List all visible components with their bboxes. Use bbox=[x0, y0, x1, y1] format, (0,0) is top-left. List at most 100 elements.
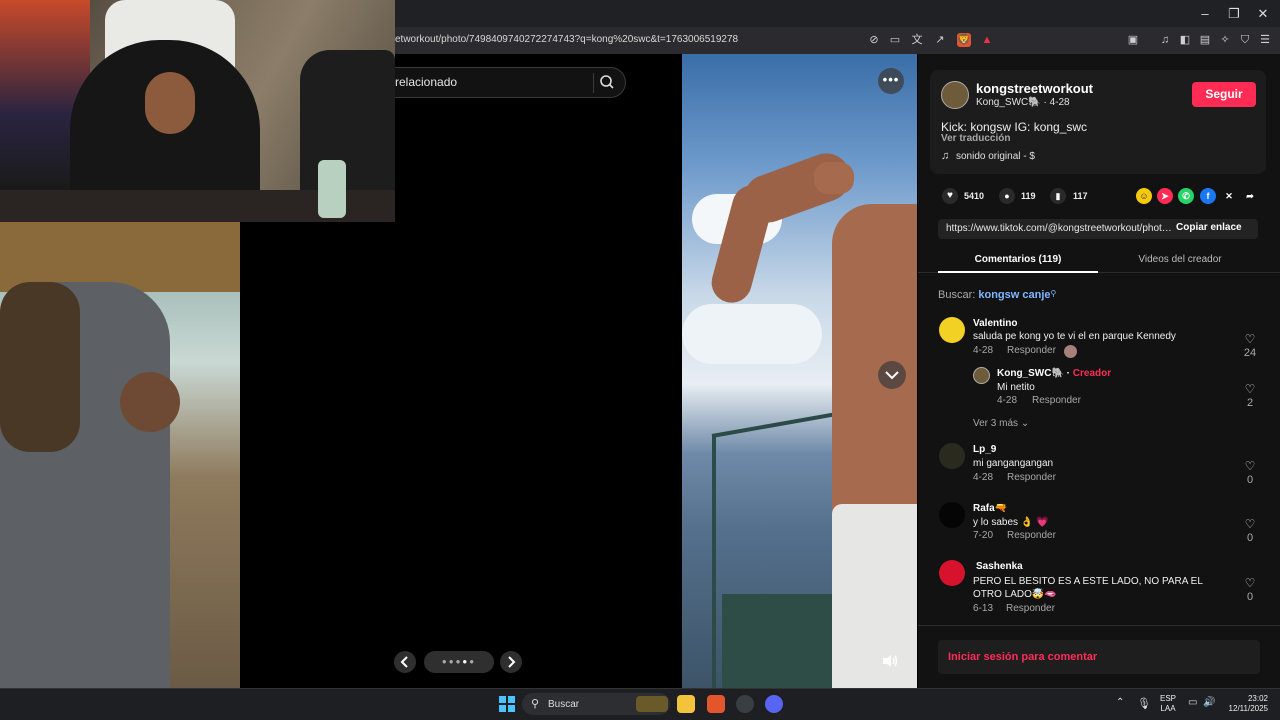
send-share-icon[interactable]: ➤ bbox=[1157, 188, 1173, 204]
sound-name[interactable]: sonido original - $ bbox=[956, 151, 1035, 162]
copy-link-button[interactable]: Copiar enlace bbox=[1176, 222, 1242, 233]
post-link[interactable]: https://www.tiktok.com/@kongstreetworkou… bbox=[946, 223, 1172, 234]
reply-button[interactable]: Responder bbox=[1007, 472, 1056, 483]
comment-date: 7-20 bbox=[973, 530, 994, 541]
background-photo bbox=[0, 222, 240, 688]
reply-like-icon[interactable]: ♡ bbox=[1243, 382, 1257, 396]
search-highlight-icon bbox=[636, 696, 668, 712]
tab-active-indicator bbox=[938, 271, 1098, 273]
follow-button[interactable]: Seguir bbox=[1192, 82, 1256, 107]
search-small-icon: ⚲ bbox=[1050, 289, 1057, 298]
view-more-replies[interactable]: Ver 3 más ⌄ bbox=[973, 418, 1029, 429]
carousel-indicator: ●●●●● bbox=[424, 651, 494, 673]
comment-text: y lo sabes 👌 💗 bbox=[973, 517, 1049, 528]
tab-creator-videos[interactable]: Videos del creador bbox=[1100, 254, 1260, 265]
comment-date: 6-13 bbox=[973, 603, 994, 614]
search-divider bbox=[593, 73, 594, 93]
comment-like-icon[interactable]: ♡ bbox=[1243, 459, 1257, 473]
commenter-avatar[interactable] bbox=[939, 443, 965, 469]
translate-link[interactable]: Ver traducción bbox=[941, 133, 1010, 144]
creator-nickname[interactable]: Kong_SWC🐘 · 4-28 bbox=[976, 97, 1070, 108]
reply-button[interactable]: Responder bbox=[1032, 395, 1081, 406]
tab-comments[interactable]: Comentarios (119) bbox=[938, 254, 1098, 265]
next-post-button[interactable] bbox=[878, 361, 906, 389]
file-explorer-icon[interactable] bbox=[677, 695, 695, 713]
speaker-icon[interactable]: 🔊 bbox=[1203, 697, 1215, 708]
reply-like-count: 2 bbox=[1246, 397, 1254, 409]
network-icon[interactable]: ▭ bbox=[1188, 697, 1197, 708]
sidebar-icon[interactable]: ◧ bbox=[1178, 33, 1192, 47]
x-icon[interactable]: ✕ bbox=[1221, 188, 1237, 204]
app-icon[interactable] bbox=[736, 695, 754, 713]
reply-button[interactable]: Responder bbox=[1006, 603, 1055, 614]
brave-shield-icon[interactable]: 🦁 bbox=[957, 33, 971, 47]
emoji-share-icon[interactable]: ☺ bbox=[1136, 188, 1152, 204]
search-suggestion[interactable]: Buscar: kongsw canje⚲ bbox=[938, 289, 1056, 301]
sidebar-panel-icon[interactable]: ▣ bbox=[1126, 33, 1140, 47]
comment-username[interactable]: Rafa🔫 bbox=[973, 503, 1007, 514]
no-sound-icon[interactable]: ⊘ bbox=[867, 33, 881, 47]
taskbar-search-icon: ⚲ bbox=[531, 698, 540, 710]
like-count: 5410 bbox=[964, 191, 985, 201]
share-arrow-icon[interactable]: ➦ bbox=[1242, 188, 1258, 204]
comment-like-icon[interactable]: ♡ bbox=[1243, 332, 1257, 346]
reply-button[interactable]: Responder bbox=[1007, 345, 1056, 356]
commenter-avatar[interactable] bbox=[939, 560, 965, 586]
reply-date: 4-28 bbox=[997, 395, 1018, 406]
search-icon[interactable] bbox=[599, 74, 615, 90]
chevron-down-icon: ⌄ bbox=[1020, 418, 1030, 429]
comment-text: PERO EL BESITO ES A ESTE LADO, NO PARA E… bbox=[973, 576, 1203, 600]
language-indicator[interactable]: ESP LAA bbox=[1160, 694, 1176, 714]
media-icon[interactable]: ♫ bbox=[1158, 33, 1172, 47]
webcam-overlay bbox=[0, 0, 395, 222]
more-options-button[interactable]: ••• bbox=[878, 68, 904, 94]
url-text[interactable]: etworkout/photo/7498409740272274743?q=ko… bbox=[395, 34, 738, 45]
facebook-icon[interactable]: f bbox=[1200, 188, 1216, 204]
reply-button[interactable]: Responder bbox=[1007, 530, 1056, 541]
like-icon[interactable]: ♥ bbox=[942, 188, 958, 204]
chevron-left-icon bbox=[400, 656, 408, 668]
brave-browser-icon[interactable] bbox=[707, 695, 725, 713]
vpn-icon[interactable]: ⛉ bbox=[1238, 33, 1252, 47]
sound-icon: ♫ bbox=[941, 150, 950, 162]
close-window-button[interactable]: ✕ bbox=[1246, 4, 1280, 24]
creator-username[interactable]: kongstreetworkout bbox=[976, 81, 1093, 96]
whatsapp-icon[interactable]: ✆ bbox=[1178, 188, 1194, 204]
chevron-down-icon bbox=[885, 371, 899, 380]
windows-start-icon[interactable] bbox=[498, 695, 516, 713]
translate-icon[interactable]: 文 bbox=[910, 33, 924, 47]
comment-username[interactable]: Valentino bbox=[973, 318, 1017, 329]
login-to-comment-link[interactable]: Iniciar sesión para comentar bbox=[948, 651, 1097, 663]
brave-rewards-icon[interactable]: ▲ bbox=[980, 33, 994, 47]
cast-icon[interactable]: ▭ bbox=[888, 33, 902, 47]
leo-ai-icon[interactable]: ✧ bbox=[1218, 33, 1232, 47]
prev-image-button[interactable] bbox=[394, 651, 416, 673]
comment-date: 4-28 bbox=[973, 472, 994, 483]
creator-liked-avatar bbox=[1064, 345, 1077, 358]
share-page-icon[interactable]: ↗ bbox=[933, 33, 947, 47]
comment-like-icon[interactable]: ♡ bbox=[1243, 576, 1257, 590]
clock[interactable]: 23:02 12/11/2025 bbox=[1226, 694, 1268, 714]
reply-text: Mi netito bbox=[997, 382, 1035, 393]
volume-icon[interactable] bbox=[881, 653, 899, 669]
comment-like-icon[interactable]: ♡ bbox=[1243, 517, 1257, 531]
comment-like-count: 0 bbox=[1246, 591, 1254, 603]
creator-avatar[interactable] bbox=[941, 81, 969, 109]
menu-icon[interactable]: ☰ bbox=[1258, 33, 1272, 47]
comment-like-count: 0 bbox=[1246, 532, 1254, 544]
microphone-icon[interactable]: 🎙 bbox=[1137, 697, 1151, 710]
wallet-icon[interactable]: ▤ bbox=[1198, 33, 1212, 47]
reply-username[interactable]: Kong_SWC🐘 · Creador bbox=[997, 368, 1111, 379]
tray-chevron-icon[interactable]: ⌃ bbox=[1116, 697, 1124, 708]
save-count: 117 bbox=[1073, 191, 1088, 201]
comment-username[interactable]: Lp_9 bbox=[973, 444, 996, 455]
commenter-avatar[interactable] bbox=[939, 502, 965, 528]
bookmark-icon[interactable]: ▮ bbox=[1050, 188, 1066, 204]
discord-icon[interactable] bbox=[765, 695, 783, 713]
comment-like-count: 24 bbox=[1243, 347, 1257, 359]
reply-avatar[interactable] bbox=[973, 367, 990, 384]
comment-icon[interactable]: ● bbox=[999, 188, 1015, 204]
next-image-button[interactable] bbox=[500, 651, 522, 673]
commenter-avatar[interactable] bbox=[939, 317, 965, 343]
comment-username[interactable]: Sashenka bbox=[976, 561, 1023, 572]
